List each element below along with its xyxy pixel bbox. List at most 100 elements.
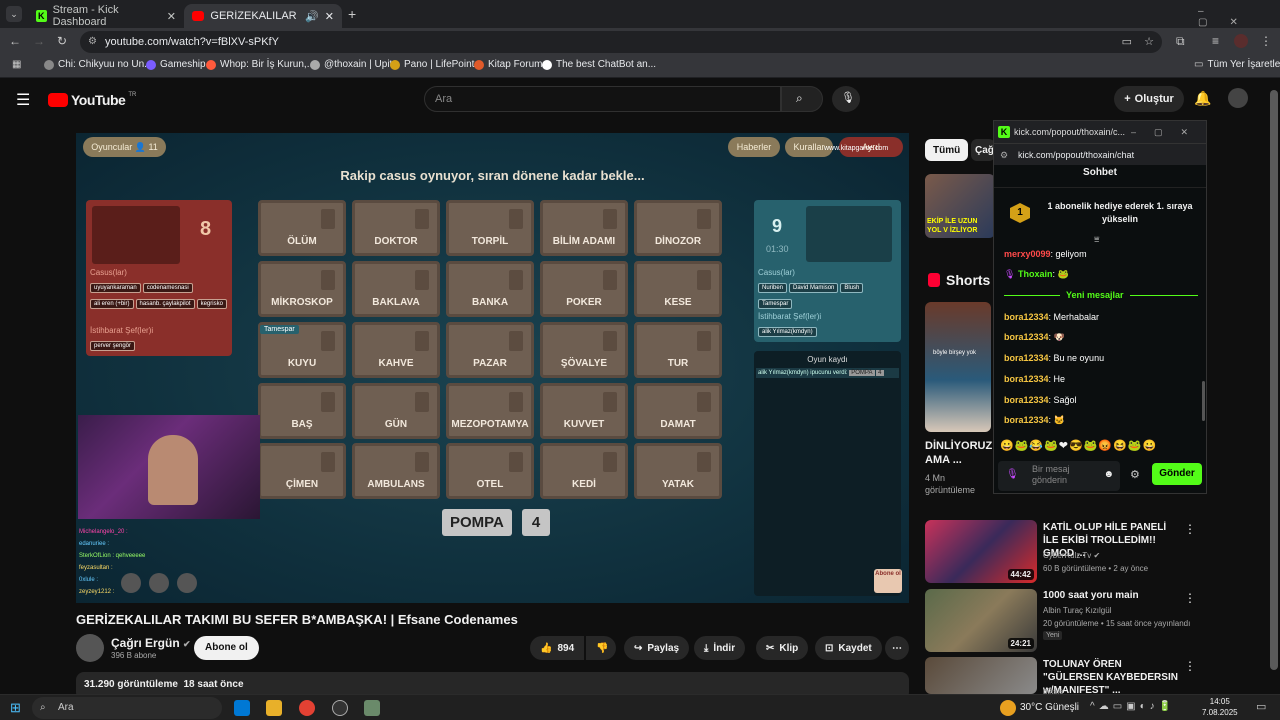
download-button[interactable]: ⤓ İndir <box>694 636 746 660</box>
word-card[interactable]: DOKTOR <box>352 200 440 256</box>
notification-icon[interactable]: ▭ <box>1256 700 1266 713</box>
related-channel[interactable]: CyberRulz Tv ✔ <box>1043 550 1100 561</box>
word-card[interactable]: ÇİMEN <box>258 443 346 499</box>
more-icon[interactable]: ⋮ <box>1184 591 1196 605</box>
related-channel[interactable]: Albin Turaç Kızılgül <box>1043 605 1111 616</box>
share-button[interactable]: ↪ Paylaş <box>624 636 690 660</box>
close-icon[interactable]: ✕ <box>167 10 176 23</box>
filter-chip-all[interactable]: Tümü <box>925 139 969 161</box>
word-card[interactable]: PAZAR <box>446 322 534 378</box>
more-actions-button[interactable]: ⋯ <box>885 636 909 660</box>
related-thumbnail[interactable]: EKİP İLE UZUN YOL V İZLİYOR <box>925 174 995 238</box>
related-thumbnail[interactable]: 44:42 <box>925 520 1037 583</box>
edge-icon[interactable] <box>234 700 250 716</box>
back-icon[interactable]: ← <box>9 34 21 48</box>
bookmark[interactable]: Pano | LifePoints <box>390 59 479 70</box>
emoji-icon[interactable]: ☻ <box>1103 469 1114 480</box>
app-icon[interactable] <box>364 700 380 716</box>
windows-start-icon[interactable]: ⊞ <box>10 700 21 716</box>
forward-icon[interactable]: → <box>33 34 45 48</box>
bookmark[interactable]: @thoxain | Upit <box>310 59 392 70</box>
word-card[interactable]: DAMAT <box>634 383 722 439</box>
send-button[interactable]: Gönder <box>1152 463 1202 485</box>
word-card[interactable]: MEZOPOTAMYA <box>446 383 534 439</box>
window-controls[interactable]: –▢✕ <box>1198 6 1280 28</box>
word-card[interactable]: OTEL <box>446 443 534 499</box>
weather[interactable]: 30°C Güneşli <box>1020 702 1079 713</box>
extensions-icon[interactable]: ⧉ <box>1176 34 1185 49</box>
word-card[interactable]: AMBULANS <box>352 443 440 499</box>
pin-icon[interactable]: ⩸ <box>1094 234 1099 245</box>
word-card[interactable]: ŞÖVALYE <box>540 322 628 378</box>
word-card[interactable]: BİLİM ADAMI <box>540 200 628 256</box>
word-card[interactable]: TUR <box>634 322 722 378</box>
related-thumbnail[interactable] <box>925 657 1037 694</box>
emote-bar[interactable]: 😀🐸😂🐸❤😎🐸😡😆🐸😀 <box>1000 439 1157 452</box>
create-button[interactable]: + Oluştur <box>1114 86 1184 112</box>
menu-icon[interactable]: ⋮ <box>1260 34 1272 48</box>
clock[interactable]: 14:05 7.08.2025 <box>1202 696 1238 718</box>
news-button[interactable]: Haberler <box>728 137 780 157</box>
bookmark[interactable]: Gameship <box>146 59 206 70</box>
subscribe-button[interactable]: Abone ol <box>194 636 259 660</box>
tab-search-icon[interactable]: ⌄ <box>6 6 22 22</box>
word-card[interactable]: BANKA <box>446 261 534 317</box>
related-title[interactable]: 1000 saat yoru main <box>1043 589 1178 602</box>
video-player[interactable]: Oyuncular 👤 11 Haberler Kurallar Ayrıl w… <box>76 133 909 603</box>
word-card[interactable]: KEDİ <box>540 443 628 499</box>
taskbar-search[interactable]: ⌕ Ara <box>32 697 222 719</box>
reload-icon[interactable]: ↻ <box>57 34 67 48</box>
short-title[interactable]: DİNLİYORUZ AMA ... <box>925 439 992 467</box>
bookmark[interactable]: Kitap Forum <box>474 59 542 70</box>
word-card[interactable]: BAKLAVA <box>352 261 440 317</box>
new-tab-icon[interactable]: + <box>348 6 356 22</box>
like-button[interactable]: 👍 894 <box>530 636 584 660</box>
close-icon[interactable]: ✕ <box>325 10 334 23</box>
popup-url[interactable]: ⚙ kick.com/popout/thoxain/chat <box>994 143 1206 165</box>
channel-avatar[interactable] <box>76 634 104 662</box>
word-card[interactable]: MİKROSKOP <box>258 261 346 317</box>
obs-icon[interactable] <box>332 700 348 716</box>
word-card[interactable]: POKER <box>540 261 628 317</box>
dislike-button[interactable]: 👎 <box>586 636 616 660</box>
search-input[interactable]: Ara <box>424 86 781 112</box>
channel-name[interactable]: Çağrı Ergün ✔ <box>111 636 191 650</box>
bell-icon[interactable]: 🔔 <box>1194 90 1211 107</box>
all-bookmarks[interactable]: ▭ Tüm Yer İşaretleri <box>1194 59 1280 70</box>
voice-search-button[interactable]: 🎙 <box>832 86 860 112</box>
bookmark[interactable]: Chi: Chikyuu no Un... <box>44 59 153 70</box>
site-info-icon[interactable]: ⚙ <box>88 31 97 53</box>
short-thumbnail[interactable]: böyle birşey yok <box>925 302 991 432</box>
chrome-icon[interactable] <box>299 700 315 716</box>
gift-promo[interactable]: 1 abonelik hediye ederek 1. sıraya yükse… <box>1040 200 1200 226</box>
window-controls[interactable]: –▢✕ <box>1131 127 1206 138</box>
star-icon[interactable]: ☆ <box>1144 31 1154 53</box>
chat-input[interactable]: 🎙 Bir mesaj gönderin ☻ <box>998 461 1120 491</box>
word-card[interactable]: DİNOZOR <box>634 200 722 256</box>
chat-scrollbar[interactable] <box>1202 381 1205 421</box>
players-button[interactable]: Oyuncular 👤 11 <box>83 137 166 157</box>
filter-chip[interactable]: Çağ <box>971 139 995 161</box>
bookmark[interactable]: Whop: Bir İş Kurun,... <box>206 59 315 70</box>
tab-kick-dashboard[interactable]: K Stream - Kick Dashboard ✕ <box>28 4 184 28</box>
tray-icons[interactable]: ^☁▭▣◐♪🔋 <box>1090 701 1175 712</box>
word-card[interactable]: YATAK <box>634 443 722 499</box>
cast-icon[interactable]: ▭ <box>1122 31 1132 53</box>
apps-icon[interactable]: ▦ <box>12 59 21 70</box>
word-card[interactable]: BAŞ <box>258 383 346 439</box>
avatar[interactable] <box>1228 88 1248 108</box>
profile-avatar[interactable] <box>1234 34 1248 48</box>
settings-icon[interactable]: ⚙ <box>1130 468 1140 481</box>
search-button[interactable]: ⌕ <box>781 86 823 112</box>
bookmark[interactable]: The best ChatBot an... <box>542 59 656 70</box>
more-icon[interactable]: ⋮ <box>1184 522 1196 536</box>
word-card[interactable]: GÜN <box>352 383 440 439</box>
word-card[interactable]: KUVVET <box>540 383 628 439</box>
folder-icon[interactable] <box>266 700 282 716</box>
word-card[interactable]: KESE <box>634 261 722 317</box>
clip-button[interactable]: ✂ Klip <box>756 636 809 660</box>
more-icon[interactable]: ⋮ <box>1184 659 1196 673</box>
related-thumbnail[interactable]: 24:21 <box>925 589 1037 652</box>
word-card[interactable]: ÖLÜM <box>258 200 346 256</box>
speaker-icon[interactable]: 🔊 <box>305 10 319 23</box>
